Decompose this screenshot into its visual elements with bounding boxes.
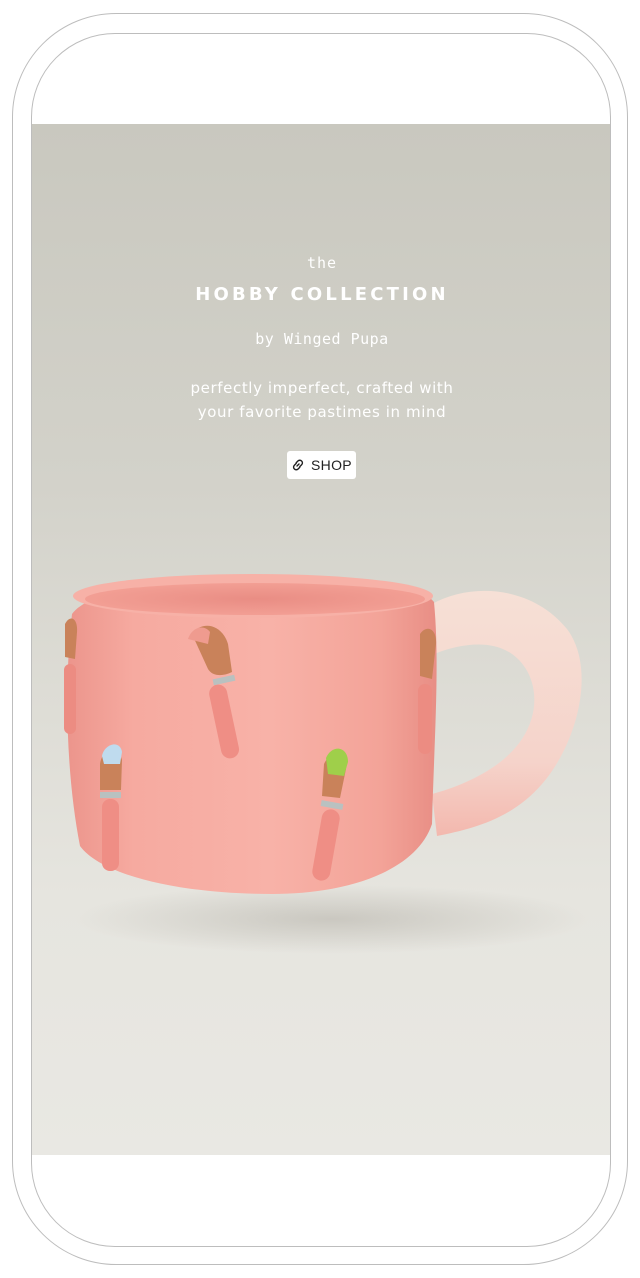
hero-banner[interactable]: the HOBBY COLLECTION by Winged Pupa perf… xyxy=(32,124,610,1155)
tagline-line-1: perfectly imperfect, crafted with xyxy=(190,379,454,397)
link-icon xyxy=(291,458,305,472)
shop-button[interactable]: SHOP xyxy=(287,451,356,479)
mug-image xyxy=(64,574,582,894)
hero-eyebrow: the xyxy=(306,254,338,272)
hero-tagline: perfectly imperfect, crafted with your f… xyxy=(32,376,610,424)
hero-title: HOBBY COLLECTION xyxy=(195,284,449,305)
brush-decoration xyxy=(100,744,122,871)
hero-byline: by Winged Pupa xyxy=(255,330,389,348)
shop-button-label: SHOP xyxy=(311,457,352,473)
brush-decoration xyxy=(64,618,78,734)
phone-screen: the HOBBY COLLECTION by Winged Pupa perf… xyxy=(31,33,611,1247)
tagline-line-2: your favorite pastimes in mind xyxy=(197,403,447,421)
